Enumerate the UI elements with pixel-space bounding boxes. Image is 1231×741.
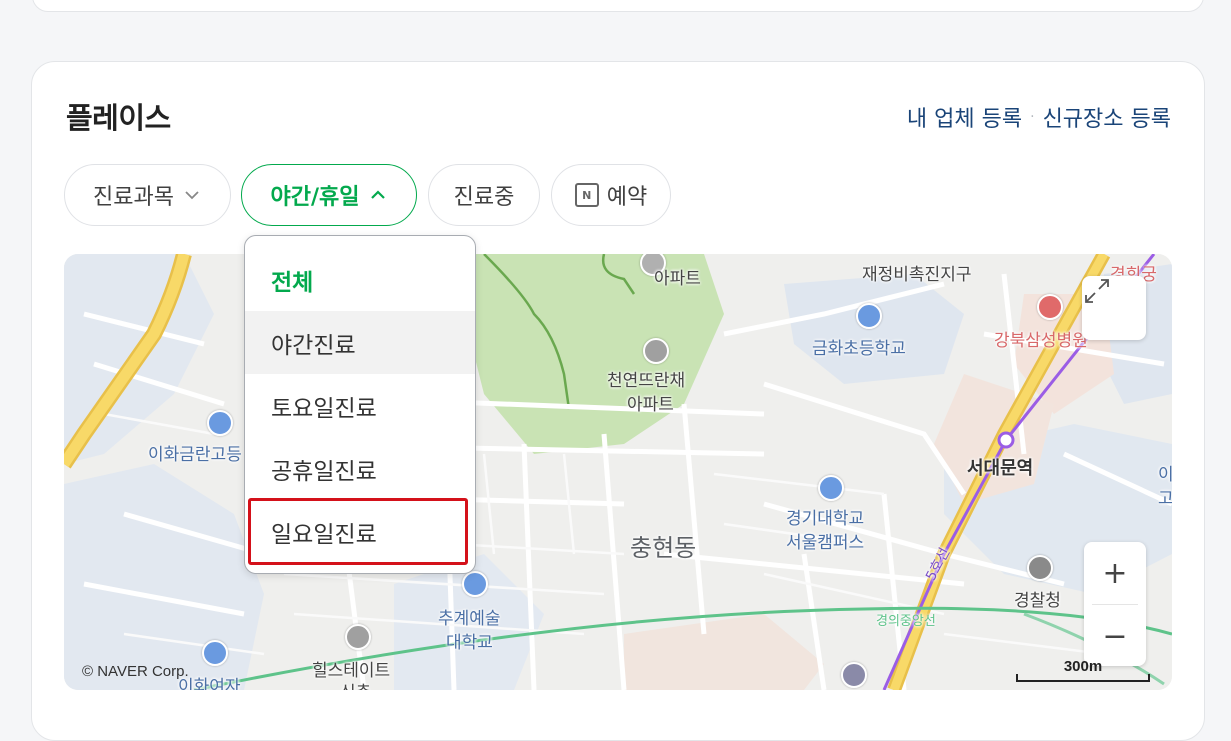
dropdown-item-all[interactable]: 전체	[245, 248, 475, 311]
filter-in-treatment-chip[interactable]: 진료중	[428, 164, 540, 226]
school-poi-icon[interactable]	[202, 640, 228, 666]
filter-in-treatment-label: 진료중	[453, 185, 515, 210]
map-label: 아파트	[627, 395, 674, 415]
previous-section-card	[32, 0, 1204, 12]
university-poi-icon[interactable]	[462, 571, 488, 597]
map-label: 재정비촉진지구	[862, 265, 972, 285]
map-label: 신촌	[340, 678, 371, 690]
map-scale-bar	[1016, 674, 1150, 682]
filter-night-holiday-chip[interactable]: 야간/휴일	[241, 164, 417, 226]
dropdown-item-saturday[interactable]: 토요일진료	[245, 374, 475, 437]
annotation-highlight-box	[248, 498, 468, 565]
map-label: 충현동	[630, 534, 697, 562]
link-separator: ·	[1030, 109, 1035, 125]
map-label: 서대문역	[967, 458, 1034, 479]
school-poi-icon[interactable]	[207, 410, 233, 436]
section-title: 플레이스	[66, 101, 171, 135]
police-poi-icon[interactable]	[1027, 555, 1053, 581]
dropdown-item-night[interactable]: 야간진료	[245, 311, 475, 374]
map-label: 금화초등학교	[812, 339, 906, 359]
header-links: 내 업체 등록 · 신규장소 등록	[907, 101, 1171, 133]
fullscreen-button[interactable]	[1082, 276, 1146, 340]
map-label: 이	[1158, 465, 1172, 485]
filter-night-holiday-label: 야간/휴일	[270, 185, 360, 210]
hospital-poi-icon[interactable]	[1037, 294, 1063, 320]
map-label: 천연뜨란채	[607, 371, 686, 391]
map-label: 강북삼성병원	[994, 331, 1088, 351]
naver-calendar-icon: N	[574, 183, 599, 207]
university-poi-icon[interactable]	[818, 475, 844, 501]
map-label: 추계예술	[438, 609, 501, 629]
register-business-link[interactable]: 내 업체 등록	[907, 101, 1022, 133]
chevron-up-icon	[370, 190, 385, 199]
map-label: 대학교	[446, 633, 493, 653]
filter-department-chip[interactable]: 진료과목	[64, 164, 231, 226]
new-place-link[interactable]: 신규장소 등록	[1043, 101, 1171, 133]
apartment-poi-icon[interactable]	[345, 624, 371, 650]
dropdown-item-holiday[interactable]: 공휴일진료	[245, 437, 475, 500]
chevron-down-icon	[185, 191, 199, 200]
school-poi-icon[interactable]	[856, 303, 882, 329]
filter-department-label: 진료과목	[93, 185, 174, 210]
map-label: 고	[1158, 489, 1172, 509]
bus-poi-icon[interactable]	[841, 662, 867, 688]
map-label: 경기대학교	[786, 509, 865, 529]
map-label: 경찰청	[1014, 591, 1061, 611]
map-label: 아파트	[654, 269, 701, 289]
map-label: 서울캠퍼스	[786, 533, 865, 553]
map-label: 경의중앙선	[876, 614, 936, 629]
apartment-poi-icon[interactable]	[643, 338, 669, 364]
expand-icon	[1085, 279, 1109, 303]
zoom-controls: + −	[1084, 542, 1146, 666]
zoom-in-button[interactable]: +	[1084, 542, 1146, 604]
map-copyright: © NAVER Corp.	[82, 663, 189, 680]
filter-reservation-chip[interactable]: N 예약	[551, 164, 671, 226]
map-label: 이화금란고등	[148, 445, 242, 465]
map-view[interactable]: 아파트 재정비촉진지구 경희궁 금화초등학교 강북삼성병원 천연뜨란채 아파트 …	[64, 254, 1172, 690]
map-scale-label: 300m	[1063, 658, 1103, 675]
filter-reservation-label: 예약	[606, 185, 648, 210]
